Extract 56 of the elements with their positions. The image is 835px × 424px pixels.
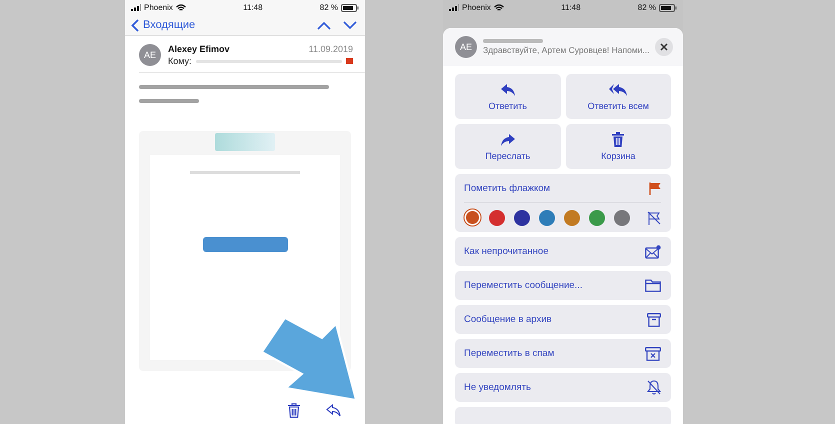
trash-icon	[612, 132, 624, 147]
action-button[interactable]: Корзина	[566, 124, 671, 169]
carrier-name: Phoenix	[462, 3, 491, 12]
recipient-label: Кому:	[168, 56, 192, 66]
battery-percent: 82 %	[320, 3, 338, 12]
folder-icon	[645, 279, 661, 292]
box-x-icon	[645, 346, 661, 360]
message-date: 11.09.2019	[308, 44, 353, 54]
archive-box-icon	[647, 312, 661, 326]
color-dot[interactable]	[466, 211, 478, 224]
signal-icon	[449, 4, 459, 11]
blurred-sender	[483, 39, 543, 43]
color-dot[interactable]	[539, 210, 555, 226]
carrier-name: Phoenix	[144, 3, 173, 12]
signal-icon	[131, 4, 141, 11]
close-button[interactable]	[655, 38, 673, 56]
color-dot[interactable]	[614, 210, 630, 226]
sender-name: Alexey Efimov	[168, 44, 230, 54]
chevron-down-icon[interactable]	[343, 20, 357, 30]
flag-off-icon[interactable]	[647, 210, 661, 224]
forward-icon	[500, 132, 516, 146]
envelope-dot-icon	[645, 244, 661, 258]
close-icon	[660, 43, 668, 51]
reply-icon	[500, 82, 516, 96]
menu-item[interactable]: Переместить сообщение...	[455, 271, 671, 300]
avatar: AE	[455, 36, 477, 58]
color-dot[interactable]	[564, 210, 580, 226]
menu-item[interactable]: Сообщение в архив	[455, 305, 671, 334]
logo-placeholder	[215, 133, 275, 151]
menu-item[interactable]: Переместить в спам	[455, 339, 671, 368]
action-button[interactable]: Переслать	[455, 124, 560, 169]
flag-icon	[649, 182, 661, 194]
color-dot[interactable]	[589, 210, 605, 226]
message-preview: Здравствуйте, Артем Суровцев! Напоми...	[483, 45, 649, 55]
back-button[interactable]: Входящие	[131, 18, 196, 32]
color-dot[interactable]	[489, 210, 505, 226]
battery-percent: 82 %	[638, 3, 656, 12]
menu-item[interactable]: Как непрочитанное	[455, 237, 671, 266]
reply-all-icon	[608, 82, 628, 96]
action-button[interactable]: Ответить всем	[566, 74, 671, 119]
menu-item[interactable]: Не уведомлять	[455, 373, 671, 402]
status-time: 11:48	[561, 3, 581, 12]
chevron-left-icon	[131, 18, 139, 32]
wifi-icon	[494, 4, 504, 12]
status-time: 11:48	[243, 3, 263, 12]
chevron-up-icon[interactable]	[317, 20, 331, 30]
action-button[interactable]: Ответить	[455, 74, 560, 119]
trash-icon[interactable]	[288, 403, 300, 418]
avatar: AE	[139, 44, 161, 66]
battery-icon	[341, 4, 359, 12]
bell-slash-icon	[647, 380, 661, 395]
color-dot[interactable]	[514, 210, 530, 226]
wifi-icon	[176, 4, 186, 12]
reply-icon[interactable]	[326, 404, 341, 417]
flag-label[interactable]: Пометить флажком	[464, 182, 550, 194]
battery-icon	[659, 4, 677, 12]
